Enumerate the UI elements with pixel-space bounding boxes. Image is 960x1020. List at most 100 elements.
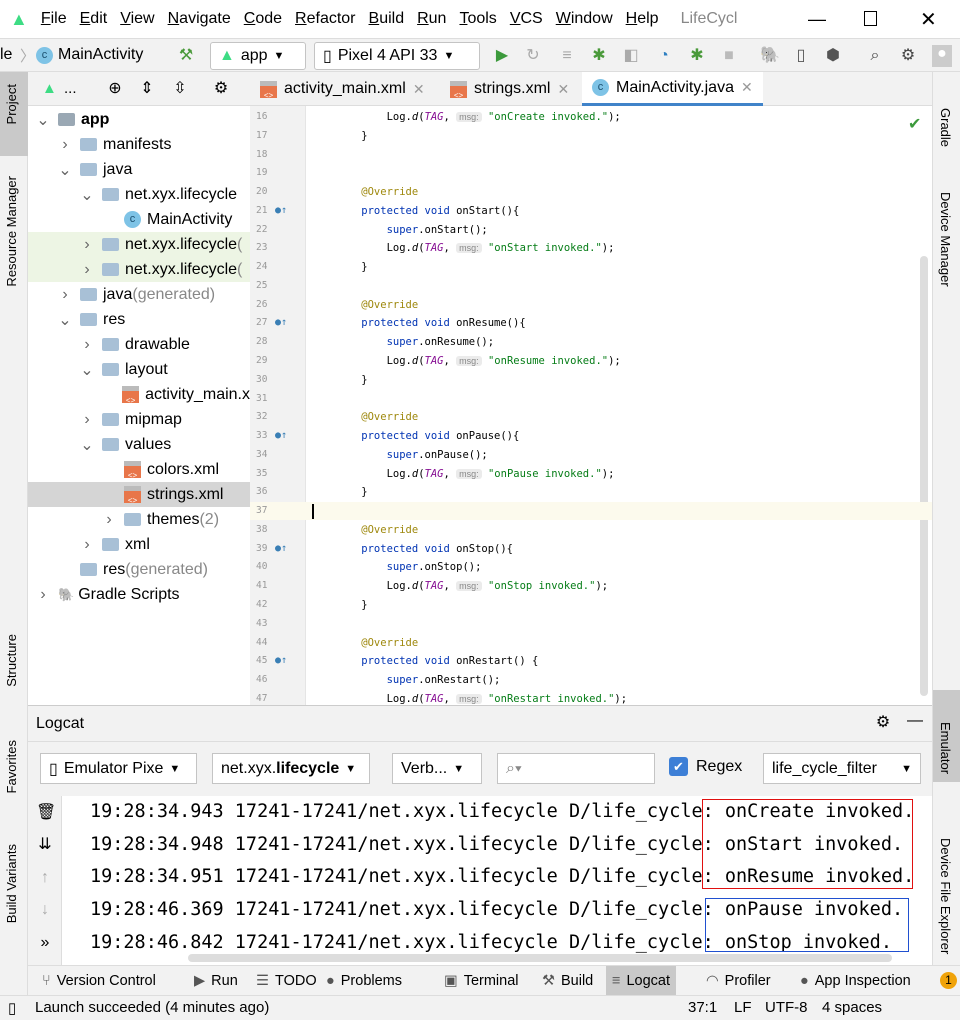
- menu-build[interactable]: Build: [369, 10, 405, 28]
- hammer-icon[interactable]: ⚒: [177, 47, 195, 65]
- override-marker-icon[interactable]: ●↑: [275, 540, 287, 558]
- chevron-down-icon[interactable]: ⌄: [58, 310, 72, 330]
- menu-window[interactable]: Window: [556, 10, 613, 28]
- tree-item[interactable]: res (generated): [28, 557, 250, 582]
- tree-item[interactable]: <> colors.xml: [28, 457, 250, 482]
- chevron-down-icon[interactable]: ⌄: [80, 360, 94, 380]
- tool-window-build[interactable]: ⚒ Build: [536, 966, 599, 996]
- tool-window-profiler[interactable]: ◠ Profiler: [700, 966, 777, 996]
- close-button[interactable]: ✕: [920, 7, 937, 32]
- code-line[interactable]: 28 super.onResume();: [250, 333, 932, 351]
- favorites-tool-tab[interactable]: Favorites: [4, 740, 19, 793]
- menu-view[interactable]: View: [120, 10, 154, 28]
- chevron-down-icon[interactable]: ⌄: [80, 185, 94, 205]
- build-variants-tool-tab[interactable]: Build Variants: [4, 844, 19, 923]
- device-dropdown[interactable]: ▯ Emulator Pixe ▼: [40, 753, 197, 784]
- tree-item[interactable]: c MainActivity: [28, 207, 250, 232]
- menu-run[interactable]: Run: [417, 10, 446, 28]
- sdk-manager-icon[interactable]: ⬢: [824, 47, 842, 65]
- code-line[interactable]: 44 @Override: [250, 634, 932, 652]
- tool-window-terminal[interactable]: ▣ Terminal: [438, 966, 525, 996]
- code-line[interactable]: 45 ●↑ protected void onRestart() {: [250, 652, 932, 670]
- tab-mainactivity-java[interactable]: c MainActivity.java ✕: [582, 72, 763, 106]
- clear-logcat-icon[interactable]: 🗑: [36, 804, 56, 822]
- status-message[interactable]: Launch succeeded (4 minutes ago): [35, 999, 269, 1016]
- code-line[interactable]: 32 @Override: [250, 408, 932, 426]
- tree-item[interactable]: › java (generated): [28, 282, 250, 307]
- package-dropdown[interactable]: net.xyx.lifecycle ▼: [212, 753, 370, 784]
- code-line[interactable]: 21 ●↑ protected void onStart(){: [250, 202, 932, 220]
- close-tab-icon[interactable]: ✕: [413, 81, 425, 98]
- menu-code[interactable]: Code: [244, 10, 282, 28]
- tree-item[interactable]: › xml: [28, 532, 250, 557]
- code-line[interactable]: 25: [250, 277, 932, 295]
- code-line[interactable]: 36 }: [250, 483, 932, 501]
- chevron-right-icon[interactable]: ›: [80, 236, 94, 254]
- profile-icon[interactable]: ◔: [655, 47, 673, 65]
- code-line[interactable]: 29 Log.d(TAG, msg: "onResume invoked.");: [250, 352, 932, 370]
- chevron-down-icon[interactable]: ⌄: [58, 160, 72, 180]
- debug-icon[interactable]: ✱: [590, 47, 608, 65]
- settings-icon[interactable]: ⚙: [899, 47, 917, 65]
- log-level-dropdown[interactable]: Verb... ▼: [392, 753, 482, 784]
- apply-code-changes-icon[interactable]: ≡: [558, 47, 576, 65]
- code-line[interactable]: 19: [250, 164, 932, 182]
- maximize-button[interactable]: [864, 11, 877, 26]
- notification-badge[interactable]: 1: [940, 972, 957, 989]
- code-line[interactable]: 23 Log.d(TAG, msg: "onStart invoked.");: [250, 239, 932, 257]
- code-line[interactable]: 47 Log.d(TAG, msg: "onRestart invoked.")…: [250, 690, 932, 705]
- tool-window-todo[interactable]: ☰ TODO: [250, 966, 323, 996]
- tab-strings-xml[interactable]: <> strings.xml ✕: [440, 72, 579, 106]
- tree-item[interactable]: ⌄ values: [28, 432, 250, 457]
- tree-item[interactable]: <> strings.xml: [28, 482, 250, 507]
- device-dropdown[interactable]: ▯ Pixel 4 API 33 ▼: [314, 42, 480, 70]
- filter-dropdown[interactable]: life_cycle_filter ▼: [763, 753, 921, 784]
- collapse-all-icon[interactable]: ⇳: [171, 80, 189, 98]
- hide-panel-icon[interactable]: —: [906, 712, 924, 730]
- regex-checkbox[interactable]: ✔: [669, 757, 688, 776]
- search-icon[interactable]: ⌕: [866, 47, 884, 65]
- chevron-right-icon[interactable]: ›: [102, 511, 116, 529]
- close-tab-icon[interactable]: ✕: [557, 81, 569, 98]
- tool-window-logcat[interactable]: ≡ Logcat: [606, 966, 677, 996]
- emulator-tool-tab[interactable]: Emulator: [938, 722, 953, 774]
- project-view-selector[interactable]: ...: [64, 80, 77, 97]
- device-manager-tool-tab[interactable]: Device Manager: [938, 192, 953, 287]
- override-marker-icon[interactable]: ●↑: [275, 202, 287, 220]
- indent-setting[interactable]: 4 spaces: [822, 999, 882, 1016]
- debug-attach-icon[interactable]: ✱: [688, 47, 706, 65]
- tree-item[interactable]: › mipmap: [28, 407, 250, 432]
- code-line[interactable]: 31: [250, 390, 932, 408]
- up-arrow-icon[interactable]: ↑: [36, 869, 54, 887]
- menu-edit[interactable]: Edit: [80, 10, 108, 28]
- line-ending[interactable]: LF: [734, 999, 752, 1016]
- menu-refactor[interactable]: Refactor: [295, 10, 355, 28]
- code-line[interactable]: 35 Log.d(TAG, msg: "onPause invoked.");: [250, 465, 932, 483]
- resource-manager-tool-tab[interactable]: Resource Manager: [4, 176, 19, 287]
- menu-navigate[interactable]: Navigate: [168, 10, 231, 28]
- more-icon[interactable]: »: [36, 934, 54, 952]
- code-line[interactable]: 26 @Override: [250, 296, 932, 314]
- code-line[interactable]: 41 Log.d(TAG, msg: "onStop invoked.");: [250, 577, 932, 595]
- chevron-right-icon[interactable]: ›: [80, 261, 94, 279]
- chevron-right-icon[interactable]: ›: [58, 136, 72, 154]
- code-line[interactable]: 37: [250, 502, 932, 521]
- avatar[interactable]: ●: [932, 45, 952, 67]
- menu-vcs[interactable]: VCS: [510, 10, 543, 28]
- gradle-tool-tab[interactable]: Gradle: [938, 108, 953, 147]
- device-file-explorer-tool-tab[interactable]: Device File Explorer: [938, 838, 953, 954]
- tree-item[interactable]: › 🐘 Gradle Scripts: [28, 582, 250, 607]
- code-line[interactable]: 46 super.onRestart();: [250, 671, 932, 689]
- tree-item[interactable]: ⌄ java: [28, 157, 250, 182]
- settings-icon[interactable]: ⚙: [212, 80, 230, 98]
- breadcrumb-current[interactable]: MainActivity: [58, 46, 143, 64]
- stop-icon[interactable]: ■: [720, 47, 738, 65]
- menu-file[interactable]: File: [41, 10, 67, 28]
- run-config-dropdown[interactable]: ▲ app ▼: [210, 42, 306, 70]
- tree-item[interactable]: › net.xyx.lifecycle (: [28, 232, 250, 257]
- menu-help[interactable]: Help: [626, 10, 659, 28]
- tree-item[interactable]: ⌄ res: [28, 307, 250, 332]
- scroll-to-end-icon[interactable]: ⇊: [36, 836, 54, 854]
- chevron-right-icon[interactable]: ›: [36, 586, 50, 604]
- cursor-position[interactable]: 37:1: [688, 999, 717, 1016]
